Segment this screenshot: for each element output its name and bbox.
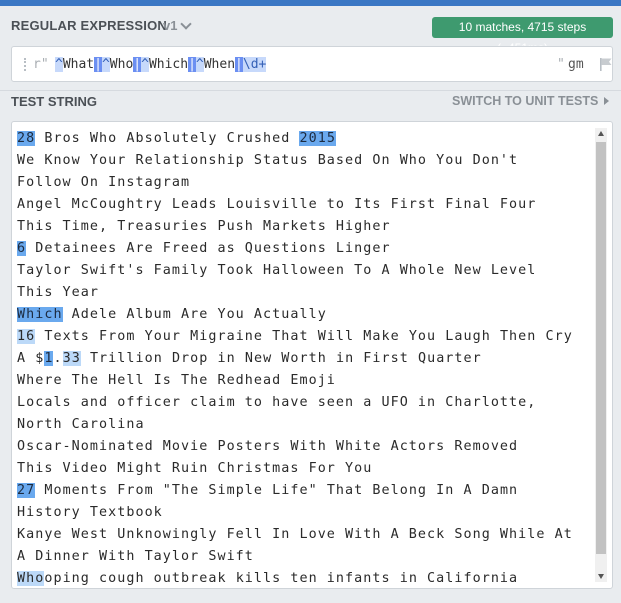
- regex-token-anchor[interactable]: ^: [101, 57, 110, 72]
- regex-input[interactable]: r" ^What|^Who|^Which|^When|\d+ " gm: [11, 46, 613, 82]
- regex-section-title: REGULAR EXPRESSION: [11, 18, 168, 33]
- scroll-up-arrow-icon[interactable]: [598, 131, 604, 136]
- test-line[interactable]: This Year: [17, 282, 592, 304]
- scroll-thumb[interactable]: [596, 142, 606, 554]
- test-line[interactable]: 27 Moments From "The Simple Life" That B…: [17, 480, 592, 502]
- line-text: Taylor Swift's Family Took Halloween To …: [17, 263, 537, 278]
- regex-flags[interactable]: gm: [568, 57, 584, 72]
- line-text: Angel McCoughtry Leads Louisville to Its…: [17, 197, 537, 212]
- line-text: This Time, Treasuries Push Markets Highe…: [17, 219, 391, 234]
- line-text: A $: [17, 351, 45, 366]
- line-text: Moments From "The Simple Life" That Belo…: [35, 483, 519, 498]
- line-text: Where The Hell Is The Redhead Emoji: [17, 373, 336, 388]
- regex-pattern[interactable]: ^What|^Who|^Which|^When|\d+: [55, 56, 267, 74]
- test-string-editor[interactable]: 28 Bros Who Absolutely Crushed 2015 We Kn…: [11, 121, 613, 589]
- regex-token-alt[interactable]: |: [94, 57, 102, 72]
- test-line[interactable]: Oscar-Nominated Movie Posters With White…: [17, 436, 592, 458]
- test-line[interactable]: Which Adele Album Are You Actually: [17, 304, 592, 326]
- line-text: This Video Might Ruin Christmas For You: [17, 461, 373, 476]
- line-text: A Dinner With Taylor Swift: [17, 549, 254, 564]
- line-text: Adele Album Are You Actually: [62, 307, 327, 322]
- regex-token-anchor[interactable]: ^: [195, 57, 204, 72]
- test-string-lines[interactable]: 28 Bros Who Absolutely Crushed 2015 We Kn…: [17, 128, 592, 588]
- test-line[interactable]: 16 Texts From Your Migraine That Will Ma…: [17, 326, 592, 348]
- regex-token-anchor[interactable]: ^: [141, 57, 149, 72]
- line-text: oping cough outbreak kills ten infants i…: [44, 571, 519, 586]
- chevron-right-icon[interactable]: [604, 97, 609, 105]
- match-highlight: 6: [17, 241, 27, 256]
- test-line[interactable]: A Dinner With Taylor Swift: [17, 546, 592, 568]
- match-highlight-alt: 33: [62, 351, 81, 366]
- test-line[interactable]: We Know Your Relationship Status Based O…: [17, 150, 592, 172]
- section-divider: [0, 90, 621, 91]
- line-text: North Carolina: [17, 417, 145, 432]
- line-text: Bros Who Absolutely Crushed: [35, 131, 300, 146]
- test-line[interactable]: Whooping cough outbreak kills ten infant…: [17, 568, 592, 588]
- regex-token-literal[interactable]: Which: [149, 57, 188, 72]
- test-line[interactable]: Kanye West Unknowingly Fell In Love With…: [17, 524, 592, 546]
- line-text: This Year: [17, 285, 100, 300]
- match-info-badge: 10 matches, 4715 steps (~451ms): [432, 17, 613, 55]
- regex-token-alt[interactable]: |: [133, 57, 142, 72]
- test-line[interactable]: Locals and officer claim to have seen a …: [17, 392, 592, 414]
- line-text: .: [53, 351, 63, 366]
- test-line[interactable]: Taylor Swift's Family Took Halloween To …: [17, 260, 592, 282]
- line-text: Trillion Drop in New Worth in First Quar…: [80, 351, 482, 366]
- test-line[interactable]: A $1.33 Trillion Drop in New Worth in Fi…: [17, 348, 592, 370]
- line-text: Follow On Instagram: [17, 175, 191, 190]
- switch-to-unit-tests-link[interactable]: SWITCH TO UNIT TESTS: [452, 94, 598, 108]
- regex-token-alt[interactable]: |: [235, 57, 243, 72]
- test-line[interactable]: 28 Bros Who Absolutely Crushed 2015: [17, 128, 592, 150]
- test-line[interactable]: 6 Detainees Are Freed as Questions Linge…: [17, 238, 592, 260]
- line-text: Kanye West Unknowingly Fell In Love With…: [17, 527, 573, 542]
- regex-open-delimiter: r": [33, 57, 49, 72]
- match-highlight: 2015: [299, 131, 336, 146]
- test-line[interactable]: Angel McCoughtry Leads Louisville to Its…: [17, 194, 592, 216]
- test-line[interactable]: This Time, Treasuries Push Markets Highe…: [17, 216, 592, 238]
- match-highlight: Which: [17, 307, 63, 322]
- regex-token-literal[interactable]: Who: [110, 57, 133, 72]
- flag-icon[interactable]: [600, 58, 612, 71]
- version-selector[interactable]: v1: [163, 18, 177, 33]
- regex-token-literal[interactable]: What: [63, 57, 94, 72]
- match-highlight-alt: Who: [17, 571, 45, 586]
- regex-token-alt[interactable]: |: [188, 57, 196, 72]
- line-text: Oscar-Nominated Movie Posters With White…: [17, 439, 519, 454]
- test-line[interactable]: History Textbook: [17, 502, 592, 524]
- vertical-scrollbar[interactable]: [595, 128, 607, 582]
- chevron-down-icon[interactable]: [180, 18, 192, 30]
- test-line[interactable]: Where The Hell Is The Redhead Emoji: [17, 370, 592, 392]
- test-line[interactable]: North Carolina: [17, 414, 592, 436]
- regex-token-literal[interactable]: When: [204, 57, 235, 72]
- match-highlight: 28: [17, 131, 36, 146]
- regex-token-anchor[interactable]: ^: [55, 57, 63, 72]
- test-line[interactable]: Follow On Instagram: [17, 172, 592, 194]
- match-highlight: 27: [17, 483, 36, 498]
- match-highlight-alt: 16: [17, 329, 36, 344]
- regex-token-esc[interactable]: \d+: [242, 57, 267, 72]
- line-text: Locals and officer claim to have seen a …: [17, 395, 537, 410]
- test-string-title: TEST STRING: [11, 94, 97, 109]
- line-text: Detainees Are Freed as Questions Linger: [26, 241, 391, 256]
- regex-close-delimiter: ": [557, 57, 565, 72]
- line-text: Texts From Your Migraine That Will Make …: [35, 329, 573, 344]
- line-text: We Know Your Relationship Status Based O…: [17, 153, 519, 168]
- drag-handle-icon[interactable]: [24, 58, 28, 71]
- top-accent-bar: [0, 0, 621, 6]
- test-line[interactable]: This Video Might Ruin Christmas For You: [17, 458, 592, 480]
- scroll-down-arrow-icon[interactable]: [598, 574, 604, 579]
- line-text: History Textbook: [17, 505, 163, 520]
